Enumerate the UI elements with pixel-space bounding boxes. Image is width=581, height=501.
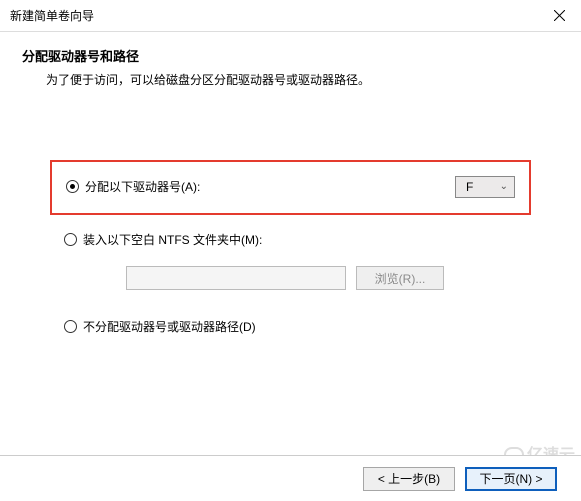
wizard-footer: < 上一步(B) 下一页(N) > [0, 455, 581, 501]
radio-mount-folder[interactable]: 装入以下空白 NTFS 文件夹中(M): [50, 227, 531, 252]
radio-mount-folder-label: 装入以下空白 NTFS 文件夹中(M): [83, 231, 262, 248]
chevron-down-icon: ⌄ [500, 181, 508, 192]
next-button[interactable]: 下一页(N) > [465, 467, 557, 491]
close-icon [554, 10, 565, 21]
page-description: 为了便于访问，可以给磁盘分区分配驱动器号或驱动器路径。 [46, 71, 561, 88]
back-button-label: < 上一步(B) [378, 470, 440, 487]
drive-letter-value: F [466, 180, 473, 194]
radio-assign-letter[interactable]: 分配以下驱动器号(A): [66, 174, 200, 199]
window-title: 新建简单卷向导 [10, 7, 94, 24]
page-title: 分配驱动器号和路径 [22, 46, 561, 65]
next-button-label: 下一页(N) > [479, 470, 542, 487]
radio-icon [64, 320, 77, 333]
wizard-body: 分配以下驱动器号(A): F ⌄ 装入以下空白 NTFS 文件夹中(M): 浏览… [0, 96, 581, 339]
mount-path-input [126, 266, 346, 290]
radio-icon [64, 233, 77, 246]
radio-no-assign[interactable]: 不分配驱动器号或驱动器路径(D) [50, 314, 531, 339]
close-button[interactable] [537, 0, 581, 32]
radio-assign-letter-label: 分配以下驱动器号(A): [85, 178, 200, 195]
browse-button: 浏览(R)... [356, 266, 444, 290]
radio-no-assign-label: 不分配驱动器号或驱动器路径(D) [83, 318, 256, 335]
wizard-header: 分配驱动器号和路径 为了便于访问，可以给磁盘分区分配驱动器号或驱动器路径。 [0, 32, 581, 96]
titlebar: 新建简单卷向导 [0, 0, 581, 32]
drive-letter-select[interactable]: F ⌄ [455, 176, 515, 198]
back-button[interactable]: < 上一步(B) [363, 467, 455, 491]
browse-button-label: 浏览(R)... [375, 270, 426, 287]
assign-letter-group: 分配以下驱动器号(A): F ⌄ [50, 160, 531, 215]
mount-path-row: 浏览(R)... [126, 266, 531, 290]
radio-icon [66, 180, 79, 193]
